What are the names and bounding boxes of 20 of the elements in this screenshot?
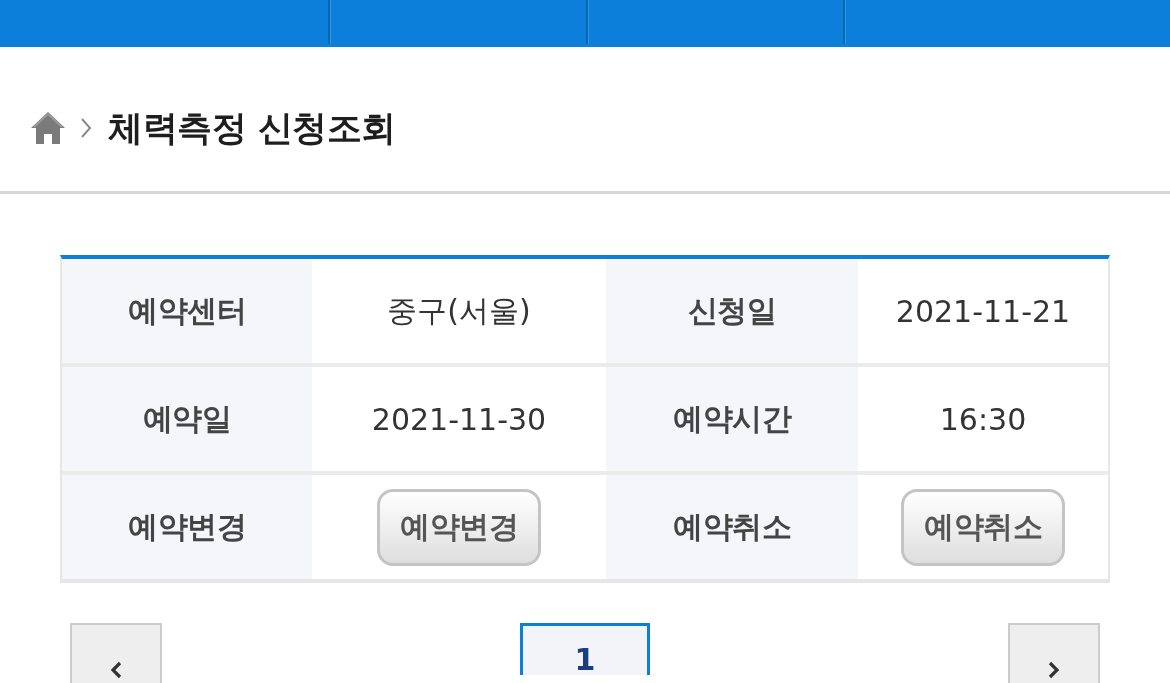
table-cell: 2021-11-30 xyxy=(312,367,606,471)
table-cell: 2021-11-21 xyxy=(858,259,1108,363)
row-label: 예약일 xyxy=(62,367,312,471)
chevron-right-icon xyxy=(1048,661,1060,679)
row-label: 예약변경 xyxy=(62,475,312,579)
table-cell: 중구(서울) xyxy=(312,259,606,363)
chevron-right-icon xyxy=(80,117,92,139)
row-label: 예약시간 xyxy=(606,367,858,471)
row-label: 예약취소 xyxy=(606,475,858,579)
page-button[interactable]: 1 xyxy=(520,623,650,675)
chevron-left-icon xyxy=(110,661,122,679)
page-title: 체력측정 신청조회 xyxy=(108,107,396,149)
table-cell: 16:30 xyxy=(858,367,1108,471)
previous-page-button[interactable] xyxy=(70,623,162,683)
action-button[interactable]: 예약변경 xyxy=(377,488,541,566)
next-page-button[interactable] xyxy=(1008,623,1100,683)
row-label: 신청일 xyxy=(606,259,858,363)
home-icon[interactable] xyxy=(30,111,66,145)
action-button[interactable]: 예약취소 xyxy=(901,488,1065,566)
row-label: 예약센터 xyxy=(62,259,312,363)
